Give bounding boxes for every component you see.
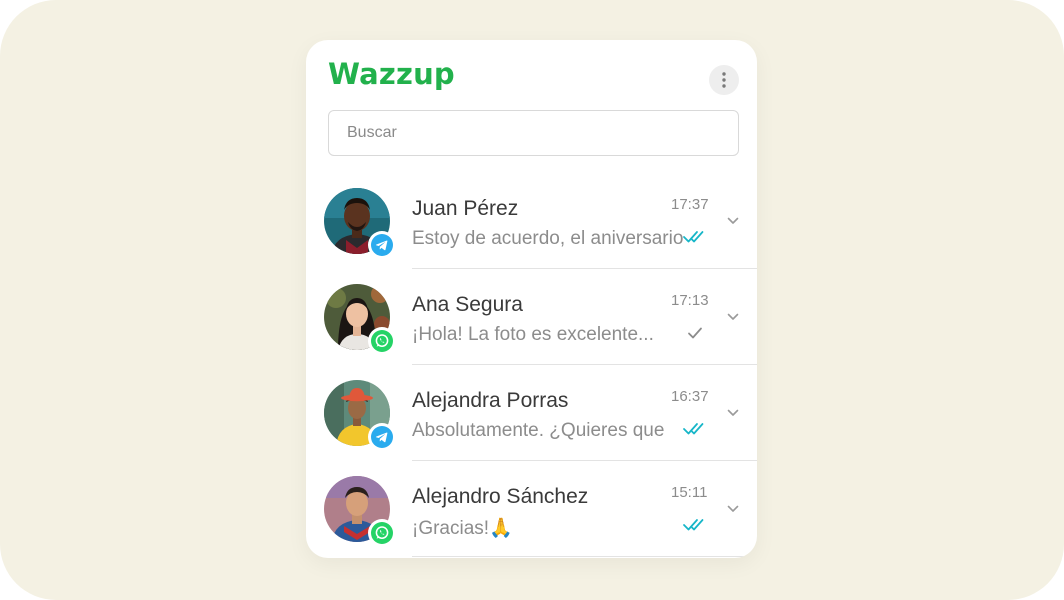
telegram-badge bbox=[368, 423, 396, 451]
chevron-down-icon[interactable] bbox=[727, 217, 739, 225]
double-check-icon bbox=[683, 519, 704, 531]
chat-item-ana-segura[interactable]: Ana Segura 17:13 ¡Hola! La foto es excel… bbox=[306, 269, 757, 365]
chat-item-alejandra-porras[interactable]: Alejandra Porras 16:37 Absolutamente. ¿Q… bbox=[306, 365, 757, 461]
whatsapp-icon bbox=[371, 522, 393, 544]
message-preview: ¡Gracias!🙏 bbox=[412, 518, 513, 539]
message-time: 17:37 bbox=[671, 196, 709, 213]
contact-name: Ana Segura bbox=[412, 293, 523, 316]
search-input[interactable] bbox=[328, 110, 739, 156]
whatsapp-badge bbox=[368, 519, 396, 547]
message-preview: ¡Hola! La foto es excelente... bbox=[412, 324, 654, 345]
message-time: 15:11 bbox=[671, 484, 708, 501]
whatsapp-icon bbox=[371, 330, 393, 352]
chevron-down-icon[interactable] bbox=[727, 409, 739, 417]
double-check-icon bbox=[683, 423, 704, 435]
double-check-icon bbox=[683, 231, 704, 243]
message-preview: Absolutamente. ¿Quieres que bbox=[412, 420, 665, 441]
telegram-icon bbox=[371, 426, 393, 448]
more-options-button[interactable] bbox=[709, 65, 739, 95]
message-preview: Estoy de acuerdo, el aniversario bbox=[412, 228, 684, 249]
chat-list: Juan Pérez 17:37 Estoy de acuerdo, el an… bbox=[306, 173, 757, 557]
chat-list-panel: Wazzup Buscar Juan Pérez 17:37 Estoy de … bbox=[306, 40, 757, 558]
app-logo: Wazzup bbox=[328, 57, 455, 91]
message-time: 16:37 bbox=[671, 388, 709, 405]
contact-name: Juan Pérez bbox=[412, 197, 519, 220]
single-check-icon bbox=[688, 327, 702, 339]
contact-name: Alejandra Porras bbox=[412, 389, 569, 412]
whatsapp-badge bbox=[368, 327, 396, 355]
more-vertical-icon bbox=[722, 72, 726, 88]
chat-item-juan-perez[interactable]: Juan Pérez 17:37 Estoy de acuerdo, el an… bbox=[306, 173, 757, 269]
message-time: 17:13 bbox=[671, 292, 709, 309]
chevron-down-icon[interactable] bbox=[727, 505, 739, 513]
telegram-icon bbox=[371, 234, 393, 256]
divider bbox=[412, 556, 757, 557]
chat-item-alejandro-sanchez[interactable]: Alejandro Sánchez 15:11 ¡Gracias!🙏 bbox=[306, 461, 757, 557]
chevron-down-icon[interactable] bbox=[727, 313, 739, 321]
telegram-badge bbox=[368, 231, 396, 259]
contact-name: Alejandro Sánchez bbox=[412, 485, 589, 508]
